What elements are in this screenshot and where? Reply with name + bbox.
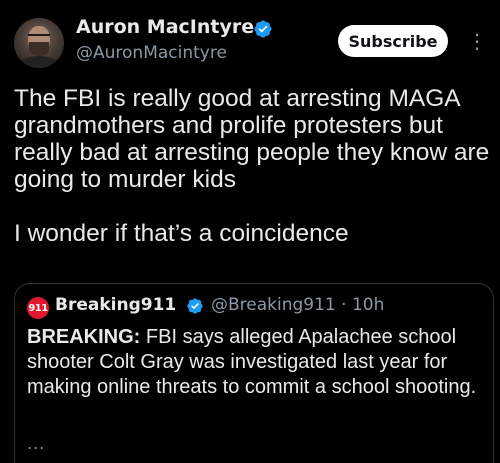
avatar-body-shape xyxy=(18,56,60,68)
quoted-verified-badge-icon xyxy=(187,298,203,314)
post-paragraph: I wonder if that’s a coincidence xyxy=(14,220,349,247)
show-more-ellipsis[interactable]: ... xyxy=(27,434,45,453)
post-paragraph: The FBI is really good at arresting MAGA… xyxy=(14,85,490,193)
quoted-author-display-name[interactable]: Breaking911 xyxy=(55,295,176,315)
meta-separator: · xyxy=(341,295,347,315)
quoted-author-handle[interactable]: @Breaking911 xyxy=(211,295,336,315)
avatar-beard-shape xyxy=(29,42,49,56)
author-handle[interactable]: @AuronMacintyre xyxy=(76,43,227,63)
post-text: The FBI is really good at arresting MAGA… xyxy=(14,85,498,247)
quoted-post-card[interactable]: 911 Breaking911 @Breaking911 · 10h BREAK… xyxy=(14,283,494,463)
verified-badge-icon xyxy=(254,20,272,38)
author-display-name[interactable]: Auron MacIntyre xyxy=(76,16,254,38)
quoted-post-time[interactable]: 10h xyxy=(352,295,384,315)
avatar-glasses-shape xyxy=(28,34,50,41)
quoted-post-text: BREAKING: FBI says alleged Apalachee sch… xyxy=(27,325,487,400)
author-avatar[interactable] xyxy=(14,18,64,68)
quoted-post-lead: BREAKING: xyxy=(27,326,141,348)
tweet-card: Auron MacIntyre @AuronMacintyre Subscrib… xyxy=(0,0,500,463)
subscribe-button[interactable]: Subscribe xyxy=(338,25,448,57)
quoted-author-meta[interactable]: @Breaking911 · 10h xyxy=(211,295,384,315)
more-options-icon[interactable]: ⋮ xyxy=(462,27,492,55)
quoted-author-avatar[interactable]: 911 xyxy=(27,297,49,319)
